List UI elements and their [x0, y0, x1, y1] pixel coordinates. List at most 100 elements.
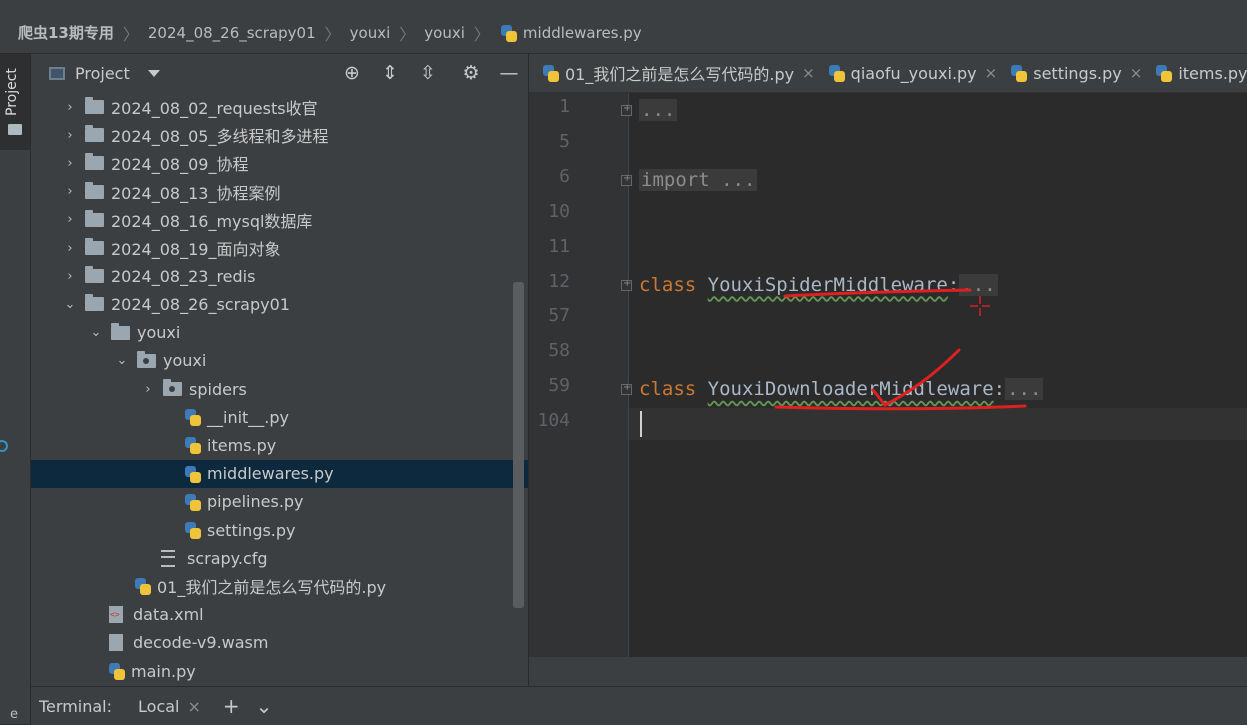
collapse-all-icon[interactable]: ⇳	[418, 62, 438, 84]
tree-item[interactable]: data.xml	[31, 601, 528, 629]
package-folder-icon	[137, 350, 156, 368]
breadcrumb-separator-icon: 〉	[122, 24, 139, 44]
close-tab-icon[interactable]: ×	[985, 64, 998, 82]
close-icon[interactable]: ×	[187, 697, 200, 716]
tree-item[interactable]: › spiders	[31, 375, 528, 403]
locate-icon[interactable]: ⊕	[342, 62, 362, 84]
tree-item[interactable]: › 2024_08_13_协程案例	[31, 178, 528, 206]
python-file-icon	[541, 64, 559, 82]
tree-item[interactable]: settings.py	[31, 516, 528, 544]
chevron-down-icon[interactable]: ⌄	[115, 353, 129, 368]
chevron-right-icon[interactable]: ›	[63, 241, 77, 256]
tree-item[interactable]: › 2024_08_02_requests收官	[31, 93, 528, 121]
annotation-underline-2	[774, 404, 1027, 411]
chevron-down-icon[interactable]: ⌄	[63, 297, 77, 312]
window-top-strip	[0, 0, 1247, 12]
breadcrumb-item[interactable]: 2024_08_26_scrapy01	[148, 24, 316, 42]
editor-tabs: 01_我们之前是怎么写代码的.py × qiaofu_youxi.py × settin…	[529, 54, 1247, 93]
close-tab-icon[interactable]: ×	[1130, 64, 1143, 82]
minimize-icon[interactable]: —	[499, 62, 519, 84]
tree-item[interactable]: ⌄ youxi	[31, 347, 528, 375]
tree-item[interactable]: ⌄ 2024_08_26_scrapy01	[31, 290, 528, 318]
tree-item-label: scrapy.cfg	[187, 548, 268, 568]
chevron-down-icon[interactable]: ⌄	[256, 694, 273, 718]
chevron-right-icon[interactable]: ›	[63, 269, 77, 284]
tree-item[interactable]: __init__.py	[31, 403, 528, 431]
python-file-icon	[133, 577, 151, 596]
tree-item[interactable]: ⌄ youxi	[31, 319, 528, 347]
tree-item[interactable]: › 2024_08_09_协程	[31, 149, 528, 177]
tree-item-label: 01_我们之前是怎么写代码的.py	[157, 578, 387, 598]
tree-item-label: 2024_08_13_协程案例	[111, 183, 281, 203]
tree-item-label: 2024_08_02_requests收官	[111, 99, 318, 118]
chevron-right-icon[interactable]: ›	[63, 184, 77, 199]
side-tab-letter[interactable]: e	[10, 707, 18, 722]
folder-icon	[85, 294, 104, 312]
close-tab-icon[interactable]: ×	[802, 64, 815, 82]
python-file-icon	[183, 408, 201, 427]
python-file-icon	[107, 662, 125, 680]
status-dot-icon	[0, 440, 8, 452]
tree-item-label: decode-v9.wasm	[133, 633, 269, 653]
tree-item[interactable]: › 2024_08_19_面向对象	[31, 234, 528, 262]
editor-tab[interactable]: 01_我们之前是怎么写代码的.py ×	[541, 61, 815, 85]
folder-icon	[85, 209, 104, 227]
editor-tab-label: 01_我们之前是怎么写代码的.py	[565, 65, 795, 84]
tree-item[interactable]: middlewares.py	[31, 459, 528, 488]
add-terminal-icon[interactable]: +	[223, 694, 240, 718]
project-panel-title: Project	[75, 63, 130, 83]
tree-item-label: pipelines.py	[207, 492, 304, 512]
terminal-label: Terminal:	[39, 696, 113, 716]
project-tool-tab[interactable]: Project	[0, 54, 30, 150]
xml-file-icon	[109, 606, 123, 624]
tree-item[interactable]: 01_我们之前是怎么写代码的.py	[31, 572, 528, 600]
editor-tab-label: settings.py	[1033, 63, 1122, 83]
python-file-icon	[183, 493, 201, 511]
tree-item-label: 2024_08_05_多线程和多进程	[111, 127, 329, 147]
config-file-icon	[161, 549, 175, 567]
python-file-icon	[499, 24, 517, 42]
breadcrumb-item[interactable]: youxi	[350, 24, 391, 42]
project-tool-tab-label: Project	[4, 68, 20, 116]
breadcrumb: 爬虫13期专用 〉 2024_08_26_scrapy01 〉 youxi 〉 …	[0, 12, 1247, 54]
annotation-checkmark	[871, 348, 961, 407]
editor-tab-label: qiaofu_youxi.py	[850, 63, 977, 83]
breadcrumb-item[interactable]: 爬虫13期专用	[18, 22, 114, 43]
settings-icon[interactable]: ⚙	[461, 62, 481, 84]
red-annotation-marks	[774, 288, 1027, 411]
chevron-right-icon[interactable]: ›	[63, 156, 77, 171]
tree-item[interactable]: › 2024_08_23_redis	[31, 262, 528, 290]
terminal-tab-local[interactable]: Local ×	[138, 697, 201, 716]
chevron-down-icon[interactable]: ⌄	[89, 325, 103, 340]
tree-item-label: 2024_08_26_scrapy01	[111, 294, 290, 314]
project-panel-header: Project ⊕ ⇕ ⇳ ⚙ —	[31, 54, 528, 92]
chevron-right-icon[interactable]: ›	[63, 128, 77, 143]
tree-item[interactable]: main.py	[31, 657, 528, 685]
editor-tab[interactable]: qiaofu_youxi.py ×	[827, 63, 998, 83]
tree-item[interactable]: › 2024_08_05_多线程和多进程	[31, 121, 528, 149]
code-editor[interactable]: 156101112575859104 ...import ...class Yo…	[529, 93, 1247, 657]
editor-tab[interactable]: settings.py ×	[1009, 64, 1142, 83]
folder-icon	[85, 181, 104, 199]
tree-item[interactable]: decode-v9.wasm	[31, 629, 528, 657]
folder-icon	[85, 266, 104, 284]
tree-item[interactable]: › 2024_08_16_mysql数据库	[31, 206, 528, 234]
tree-item[interactable]: items.py	[31, 431, 528, 459]
tree-item[interactable]: scrapy.cfg	[31, 544, 528, 572]
chevron-right-icon[interactable]: ›	[63, 212, 77, 227]
breadcrumb-item-current[interactable]: middlewares.py	[523, 24, 642, 42]
tree-item-label: main.py	[131, 661, 196, 681]
chevron-right-icon[interactable]: ›	[63, 100, 77, 115]
folder-icon	[85, 125, 104, 143]
expand-all-icon[interactable]: ⇕	[380, 62, 400, 84]
tree-item-label: middlewares.py	[207, 464, 334, 484]
project-scrollbar[interactable]	[513, 282, 524, 608]
tree-item-label: youxi	[163, 351, 207, 371]
breadcrumb-item[interactable]: youxi	[424, 24, 465, 42]
chevron-right-icon[interactable]: ›	[141, 382, 155, 397]
project-view-selector[interactable]: Project	[49, 64, 160, 83]
python-file-icon	[183, 521, 201, 539]
editor-tab[interactable]: items.py	[1154, 64, 1247, 83]
tree-item[interactable]: pipelines.py	[31, 488, 528, 516]
folder-icon	[8, 124, 22, 135]
